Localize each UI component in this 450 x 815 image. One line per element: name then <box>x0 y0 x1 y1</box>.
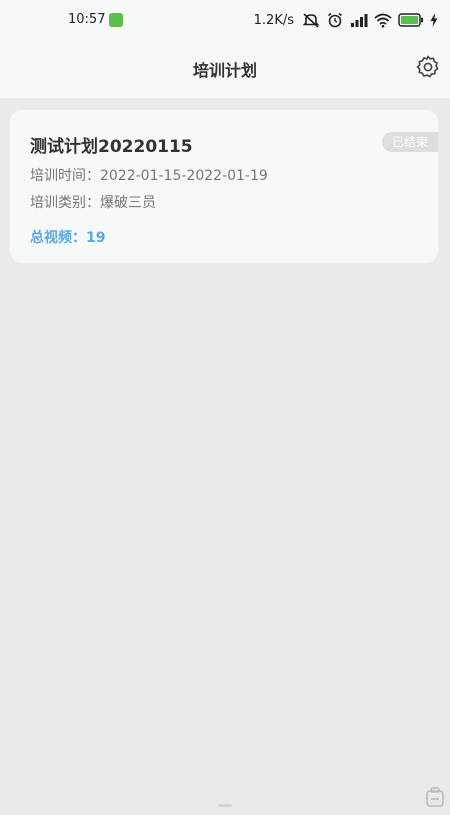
mute-icon <box>302 13 320 28</box>
video-count: 总视频：19 <box>30 227 105 247</box>
training-category-value: 爆破三员 <box>100 195 156 211</box>
training-time-label: 培训时间： <box>30 168 100 184</box>
training-category-label: 培训类别： <box>30 195 100 211</box>
charging-icon <box>430 13 438 27</box>
home-indicator <box>218 804 232 807</box>
page-title: 培训计划 <box>192 61 257 80</box>
plan-title: 测试计划20220115 <box>30 137 193 157</box>
alarm-icon <box>328 12 342 28</box>
battery-icon <box>398 13 423 27</box>
status-bar: 10:57 1.2K/s <box>0 0 450 40</box>
status-badge: 已结束 <box>382 132 438 152</box>
floating-window-icon[interactable] <box>424 786 446 808</box>
training-category: 培训类别：爆破三员 <box>30 192 156 212</box>
status-icons: 1.2K/s <box>254 10 438 30</box>
plan-card[interactable]: 测试计划20220115 已结束 培训时间：2022-01-15-2022-01… <box>10 110 438 263</box>
training-time-value: 2022-01-15-2022-01-19 <box>100 168 268 184</box>
wechat-notification-icon <box>109 13 123 27</box>
signal-icon <box>351 14 368 27</box>
video-count-value: 19 <box>86 230 106 246</box>
gear-icon[interactable] <box>415 54 441 80</box>
wifi-icon <box>374 13 392 28</box>
network-speed: 1.2K/s <box>253 12 294 28</box>
app-header: 培训计划 <box>0 40 450 98</box>
training-time: 培训时间：2022-01-15-2022-01-19 <box>30 165 268 185</box>
video-count-label: 总视频： <box>30 230 86 246</box>
status-time: 10:57 <box>68 12 106 27</box>
